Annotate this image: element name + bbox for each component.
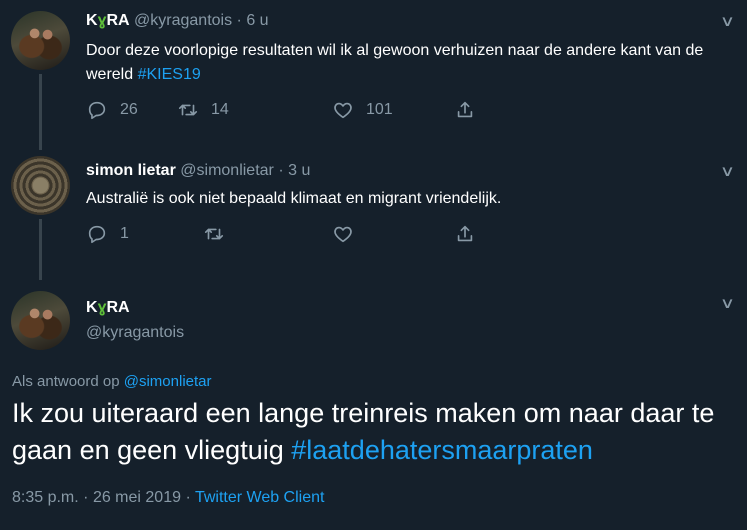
hashtag-link[interactable]: #laatdehatersmaarpraten (291, 435, 593, 465)
display-name[interactable]: KɣRA (86, 299, 130, 317)
like-button[interactable]: 101 (332, 99, 393, 121)
retweet-button[interactable] (203, 223, 225, 245)
reply-button[interactable]: 26 (86, 99, 138, 121)
separator: · (278, 162, 284, 179)
tweet-header: KɣRA @kyragantois · 6 u (86, 12, 269, 30)
retweet-icon (178, 104, 198, 116)
share-button[interactable] (454, 223, 476, 245)
tweet-date[interactable]: 26 mei 2019 (93, 489, 181, 506)
display-name-part: K (86, 12, 98, 29)
reply-handle-link[interactable]: @simonlietar (124, 373, 212, 390)
display-name-part: RA (106, 12, 130, 29)
chevron-down-icon[interactable]: ∨ (720, 162, 735, 180)
share-icon (457, 101, 473, 118)
share-icon (457, 225, 473, 242)
tweet-kyra-parent[interactable]: KɣRA @kyragantois · 6 u ∨ Door deze voor… (0, 0, 747, 150)
tweet-time[interactable]: 8:35 p.m. (12, 489, 79, 506)
tweet-text: Ik zou uiteraard een lange treinreis mak… (12, 395, 737, 469)
tweet-meta: 8:35 p.m. · 26 mei 2019 · Twitter Web Cl… (12, 489, 324, 507)
avatar[interactable] (11, 291, 70, 350)
reply-icon (88, 225, 106, 244)
user-handle[interactable]: @simonlietar (180, 162, 274, 179)
user-handle-text: @kyragantois (86, 324, 185, 341)
display-name-part: RA (106, 299, 130, 316)
chevron-down-icon[interactable]: ∨ (720, 294, 735, 312)
avatar[interactable] (11, 156, 70, 215)
separator: · (236, 12, 242, 29)
avatar[interactable] (11, 11, 70, 70)
retweet-icon (204, 228, 224, 240)
display-name-part: K (86, 299, 98, 316)
reply-context-label: Als antwoord op (12, 373, 120, 390)
tweet-simon-reply[interactable]: simon lietar @simonlietar · 3 u ∨ Austra… (0, 150, 747, 280)
tweet-text: Door deze voorlopige resultaten wil ik a… (86, 39, 726, 87)
separator: · (185, 489, 191, 506)
like-icon (334, 102, 352, 119)
like-icon (334, 226, 352, 243)
thread-line (39, 74, 42, 150)
reply-count: 1 (120, 225, 129, 242)
client-link[interactable]: Twitter Web Client (195, 489, 325, 506)
tweet-text: Australië is ook niet bepaald klimaat en… (86, 190, 502, 207)
timestamp[interactable]: 6 u (246, 12, 268, 29)
reply-button[interactable]: 1 (86, 223, 129, 245)
share-button[interactable] (454, 99, 476, 121)
reply-count: 26 (120, 101, 138, 118)
display-name[interactable]: simon lietar (86, 162, 176, 179)
timestamp[interactable]: 3 u (288, 162, 310, 179)
like-button[interactable] (332, 223, 354, 245)
tweet-actions: 1 (86, 223, 486, 247)
reply-context: Als antwoord op @simonlietar (12, 373, 212, 390)
separator: · (83, 489, 89, 506)
user-handle[interactable]: @kyragantois (86, 324, 184, 342)
tweet-kyra-main: KɣRA @kyragantois ∨ Als antwoord op @sim… (0, 280, 747, 530)
user-handle[interactable]: @kyragantois (134, 12, 232, 29)
thread-line (39, 219, 42, 280)
chevron-down-icon[interactable]: ∨ (720, 12, 735, 30)
display-name[interactable]: KɣRA (86, 12, 130, 29)
like-count: 101 (366, 101, 393, 118)
hashtag-link[interactable]: #KIES19 (138, 66, 201, 83)
tweet-header: simon lietar @simonlietar · 3 u (86, 162, 310, 180)
retweet-button[interactable]: 14 (177, 99, 229, 121)
reply-icon (88, 101, 106, 120)
retweet-count: 14 (211, 101, 229, 118)
tweet-actions: 26 14 101 (86, 99, 486, 123)
